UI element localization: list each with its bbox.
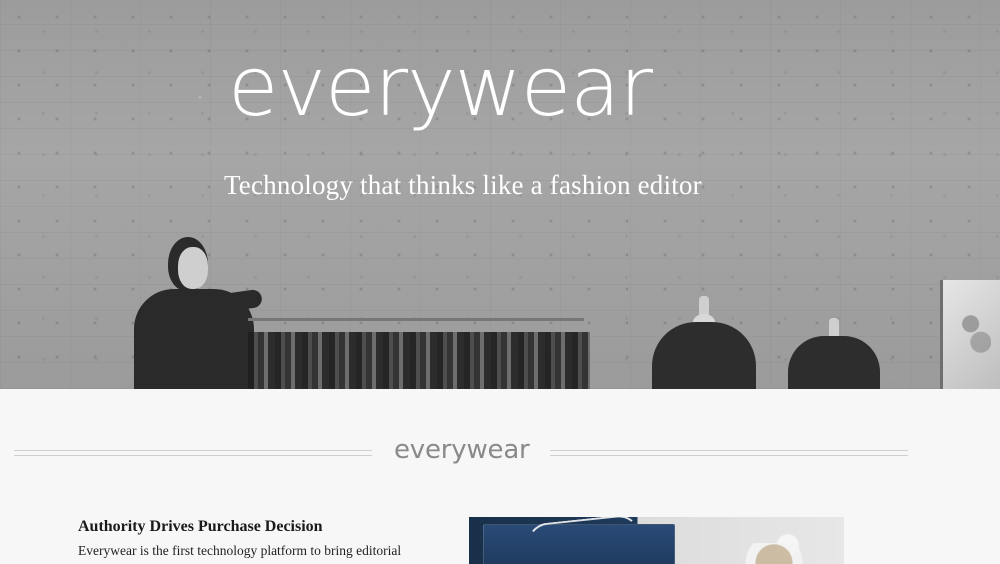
- hero-banner: everywear Technology that thinks like a …: [0, 0, 1000, 389]
- feature-text-block: Authority Drives Purchase Decision Every…: [78, 518, 438, 559]
- clothing-rack-garments: [248, 332, 590, 389]
- feature-image-cup: [739, 543, 809, 564]
- clothing-rack-bar: [248, 318, 584, 321]
- mannequin-coat: [788, 336, 880, 389]
- section-logo: everywear: [394, 435, 530, 465]
- feature-title: Authority Drives Purchase Decision: [78, 518, 323, 535]
- clothing-rack: [248, 318, 590, 389]
- mannequin-1: [652, 296, 756, 389]
- wall-art-frame: [940, 280, 1000, 389]
- hero-model-figure: [134, 237, 264, 389]
- mannequin-coat: [652, 322, 756, 389]
- hero-tagline: Technology that thinks like a fashion ed…: [224, 170, 702, 200]
- feature-body: Everywear is the first technology platfo…: [78, 543, 402, 558]
- section-divider-left: [14, 450, 372, 456]
- feature-image-cable: [525, 517, 643, 564]
- hero-logo: everywear: [228, 40, 653, 135]
- model-face: [178, 247, 208, 289]
- feature-image: [469, 517, 844, 564]
- mannequin-2: [788, 318, 880, 389]
- section-divider-right: [550, 450, 908, 456]
